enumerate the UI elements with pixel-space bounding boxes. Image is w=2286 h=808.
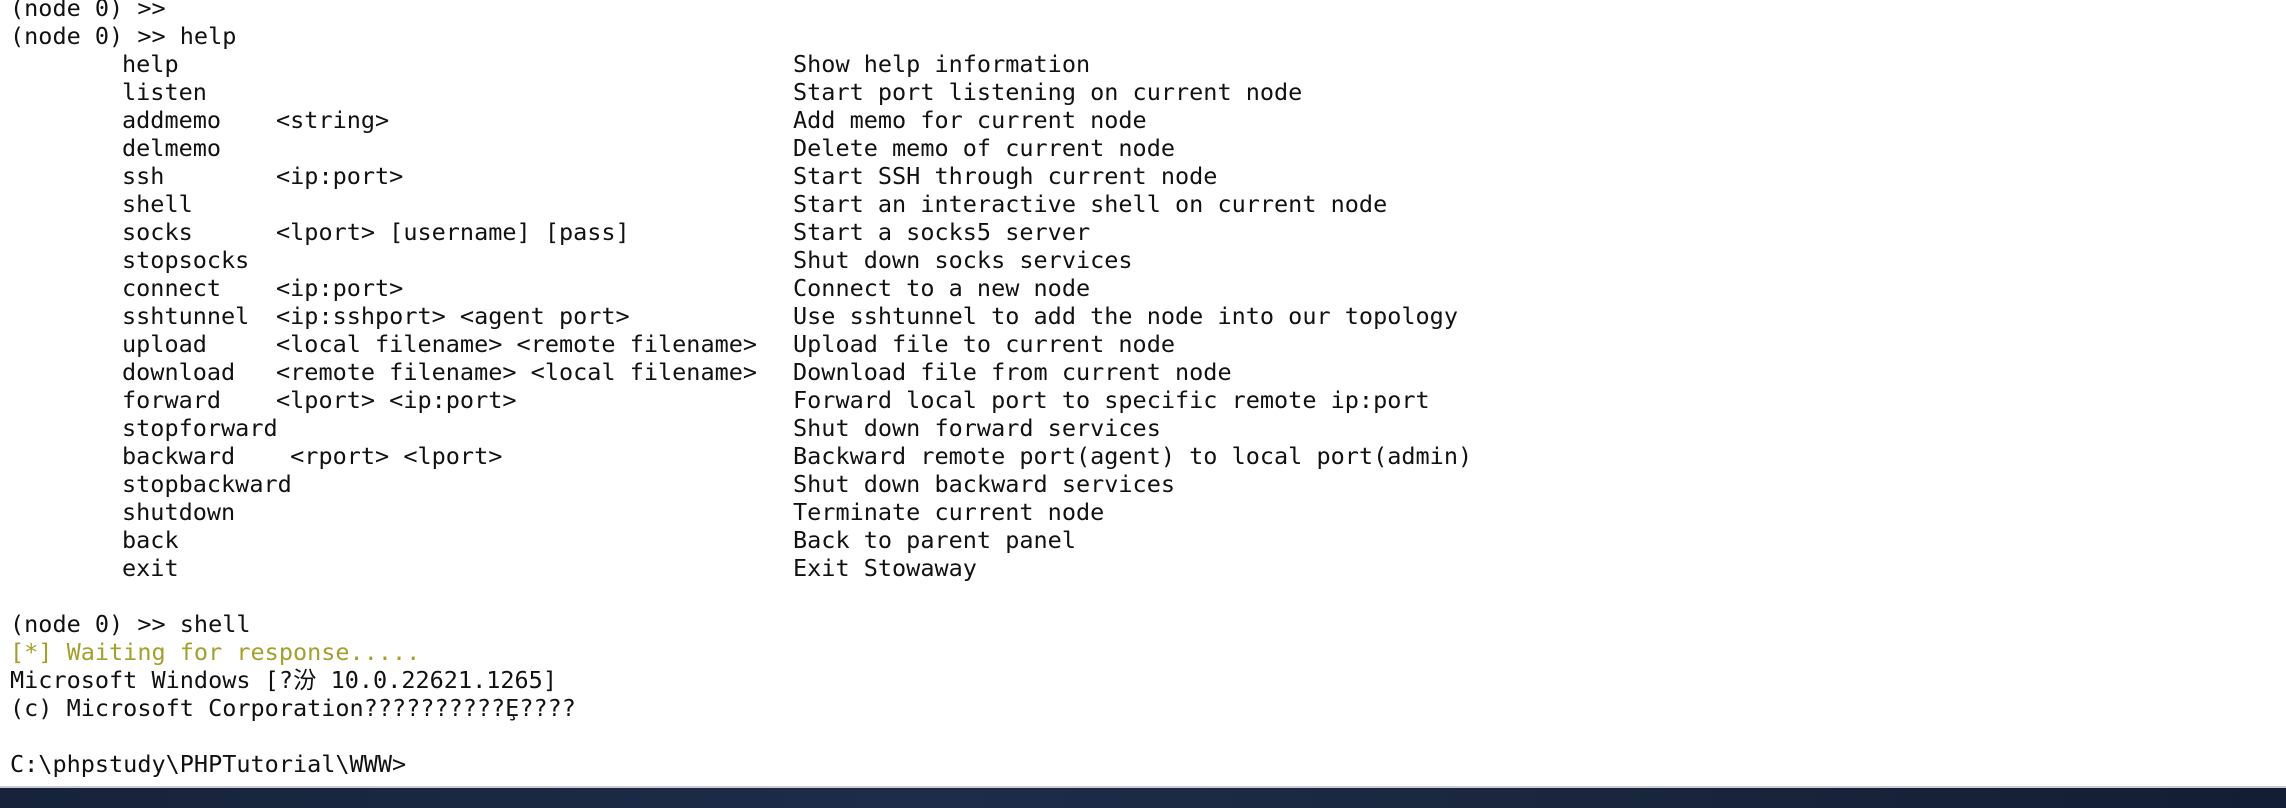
help-command-name: shutdown: [122, 498, 236, 526]
help-command-name: delmemo: [122, 134, 222, 162]
help-command-name: upload: [122, 330, 207, 358]
help-command-name: listen: [122, 78, 207, 106]
help-command-description: Start a socks5 server: [793, 218, 1091, 246]
help-command-name: addmemo: [122, 106, 222, 134]
help-command-name: back: [122, 526, 179, 554]
help-command-name: socks: [122, 218, 193, 246]
help-command-description: Terminate current node: [793, 498, 1105, 526]
help-command-description: Shut down socks services: [793, 246, 1133, 274]
help-command-args: <local filename> <remote filename>: [276, 330, 758, 358]
help-command-description: Shut down backward services: [793, 470, 1176, 498]
help-command-description: Start SSH through current node: [793, 162, 1218, 190]
help-command-description: Add memo for current node: [793, 106, 1147, 134]
help-command-name: forward: [122, 386, 222, 414]
desktop-background-strip: [0, 788, 2286, 808]
help-command-description: Start an interactive shell on current no…: [793, 190, 1388, 218]
help-command-name: connect: [122, 274, 222, 302]
cwd-prompt[interactable]: C:\phpstudy\PHPTutorial\WWW>: [10, 750, 406, 778]
help-command-description: Upload file to current node: [793, 330, 1176, 358]
prompt-line-empty: (node 0) >>: [10, 0, 166, 22]
prompt-line-shell: (node 0) >> shell: [10, 610, 251, 638]
help-command-description: Start port listening on current node: [793, 78, 1303, 106]
help-command-name: backward: [122, 442, 236, 470]
help-command-description: Shut down forward services: [793, 414, 1161, 442]
help-command-description: Delete memo of current node: [793, 134, 1176, 162]
help-command-description: Backward remote port(agent) to local por…: [793, 442, 1473, 470]
help-command-description: Use sshtunnel to add the node into our t…: [793, 302, 1458, 330]
help-command-name: sshtunnel: [122, 302, 250, 330]
help-command-args: <ip:sshport> <agent port>: [276, 302, 630, 330]
help-command-args: <string>: [276, 106, 390, 134]
windows-version-line: Microsoft Windows [?汾 10.0.22621.1265]: [10, 666, 557, 694]
help-command-args: <ip:port>: [276, 274, 404, 302]
help-command-name: help: [122, 50, 179, 78]
help-command-name: shell: [122, 190, 193, 218]
help-command-name: download: [122, 358, 236, 386]
help-command-description: Download file from current node: [793, 358, 1232, 386]
help-command-name: ssh: [122, 162, 165, 190]
help-command-name: stopsocks: [122, 246, 250, 274]
help-command-args: <remote filename> <local filename>: [276, 358, 758, 386]
help-command-args: <lport> [username] [pass]: [276, 218, 630, 246]
help-command-args: <ip:port>: [276, 162, 404, 190]
help-command-description: Back to parent panel: [793, 526, 1076, 554]
help-command-name: exit: [122, 554, 179, 582]
help-command-description: Connect to a new node: [793, 274, 1091, 302]
help-command-name: stopforward: [122, 414, 278, 442]
prompt-line-help: (node 0) >> help: [10, 22, 237, 50]
help-command-description: Exit Stowaway: [793, 554, 977, 582]
copyright-line: (c) Microsoft Corporation??????????Ȩ????: [10, 694, 576, 722]
waiting-status: [*] Waiting for response.....: [10, 638, 421, 666]
help-command-args: <rport> <lport>: [276, 442, 503, 470]
help-command-name: stopbackward: [122, 470, 292, 498]
help-command-args: <lport> <ip:port>: [276, 386, 517, 414]
help-command-description: Forward local port to specific remote ip…: [793, 386, 1430, 414]
terminal-window[interactable]: (node 0) >> (node 0) >> help help Show he…: [0, 0, 2286, 788]
help-command-description: Show help information: [793, 50, 1091, 78]
